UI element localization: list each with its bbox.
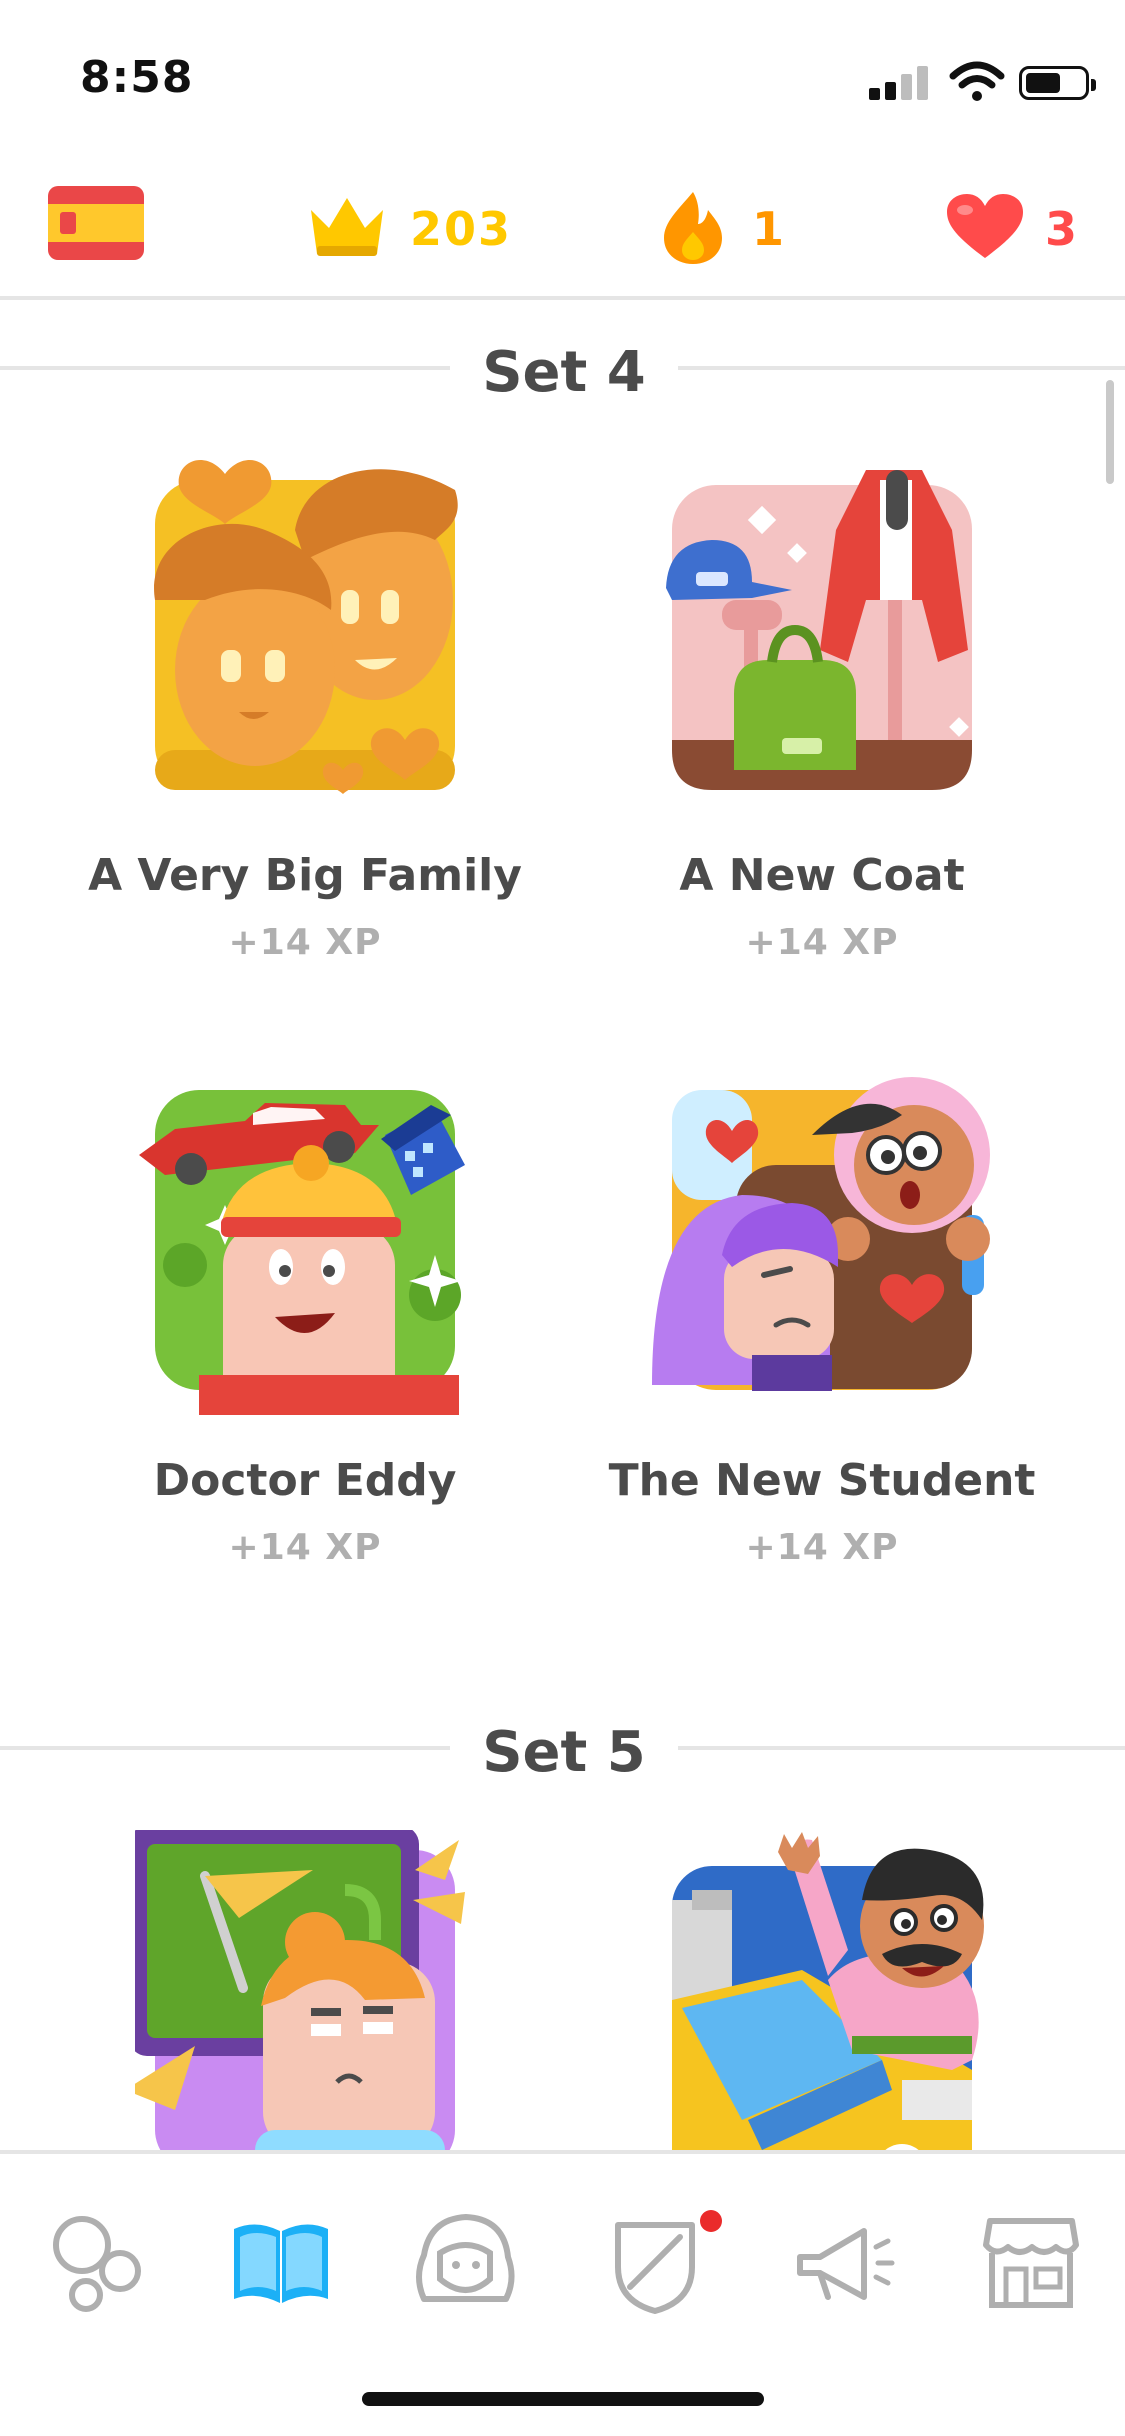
- story-card-doctor-eddy[interactable]: Doctor Eddy +14 XP: [65, 1055, 525, 1615]
- story-title: A Very Big Family: [88, 850, 522, 901]
- shop-store-icon[interactable]: [976, 2207, 1086, 2317]
- story-xp: +14 XP: [228, 1527, 382, 1568]
- story-title: The New Student: [608, 1455, 1036, 1506]
- home-indicator[interactable]: [362, 2392, 764, 2406]
- story-title: Doctor Eddy: [153, 1455, 457, 1506]
- battery-icon: [1019, 66, 1096, 100]
- leagues-notification-badge: [700, 2210, 722, 2232]
- hearts-count: 3: [1045, 202, 1080, 256]
- status-time: 8:58: [80, 52, 194, 103]
- story-card-a-very-big-family[interactable]: A Very Big Family +14 XP: [65, 450, 525, 1010]
- stories-book-icon[interactable]: [226, 2207, 336, 2317]
- learn-bubbles-icon[interactable]: [42, 2207, 152, 2317]
- wifi-icon: [949, 61, 1005, 101]
- story-card-taxi-wave[interactable]: [582, 1830, 1042, 2150]
- heart-icon: [947, 194, 1023, 258]
- big-family-illustration: [154, 460, 458, 794]
- story-xp: +14 XP: [745, 1527, 899, 1568]
- stats-bar: 203 1 3: [0, 150, 1125, 300]
- doctor-eddy-illustration: [139, 1090, 465, 1415]
- leagues-shield-icon[interactable]: [600, 2207, 710, 2317]
- crown-icon: [311, 198, 383, 256]
- taxi-wave-illustration: [672, 1832, 984, 2150]
- story-xp: +14 XP: [745, 922, 899, 963]
- set-header: Set 4: [0, 328, 1125, 408]
- scrollbar-thumb[interactable]: [1106, 380, 1114, 484]
- new-student-illustration: [652, 1077, 990, 1391]
- set-header: Set 5: [0, 1708, 1125, 1788]
- announcements-megaphone-icon[interactable]: [790, 2207, 900, 2317]
- status-bar: 8:58: [0, 0, 1125, 150]
- story-card-a-new-coat[interactable]: A New Coat +14 XP: [582, 450, 1042, 1010]
- story-xp: +14 XP: [228, 922, 382, 963]
- status-icons: [869, 60, 1096, 104]
- spain-flag-icon[interactable]: [48, 186, 144, 260]
- set-title: Set 5: [482, 1720, 646, 1785]
- fire-icon: [664, 192, 722, 264]
- streak-count: 1: [752, 202, 787, 256]
- profile-face-icon[interactable]: [410, 2207, 520, 2317]
- set-title: Set 4: [482, 340, 646, 405]
- classroom-illustration: [135, 1830, 465, 2150]
- story-title: A New Coat: [679, 850, 965, 901]
- story-card-classroom[interactable]: [65, 1830, 525, 2150]
- crowns-count: 203: [410, 202, 513, 256]
- story-card-the-new-student[interactable]: The New Student +14 XP: [582, 1055, 1042, 1615]
- new-coat-illustration: [666, 470, 972, 790]
